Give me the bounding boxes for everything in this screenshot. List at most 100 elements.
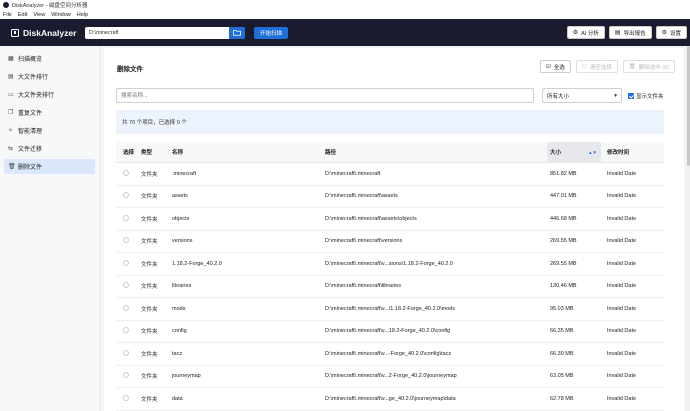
sidebar-item-scan-overview[interactable]: ▦ 扫描概览 bbox=[4, 51, 95, 66]
col-modified-header[interactable]: 修改时间 bbox=[601, 148, 658, 156]
col-size-header[interactable]: 大小 ▲▼ bbox=[547, 141, 601, 163]
disk-logo-icon bbox=[11, 28, 19, 37]
col-path-header[interactable]: 路径 bbox=[325, 148, 547, 156]
sidebar-item-duplicates[interactable]: ❐ 重复文件 bbox=[4, 105, 95, 120]
main-panel: 删除文件 ☑ 全选 ☐ 清空选择 🗑 删除选中 (0) 所有大小 ▾ 显示文件夹… bbox=[104, 48, 684, 411]
search-input[interactable] bbox=[116, 88, 534, 103]
row-checkbox[interactable] bbox=[123, 214, 129, 221]
menu-view[interactable]: View bbox=[33, 12, 45, 18]
scrollbar-thumb[interactable] bbox=[686, 46, 690, 166]
row-size: 851.82 MB bbox=[550, 170, 577, 177]
row-checkbox[interactable] bbox=[123, 259, 129, 266]
row-type: 文件夹 bbox=[141, 351, 158, 358]
row-checkbox[interactable] bbox=[123, 237, 129, 244]
table-row[interactable]: 文件夹 objects D:\minecraft\.minecraft\assets… bbox=[116, 208, 664, 231]
clear-selection-label: 清空选择 bbox=[589, 64, 612, 71]
row-type: 文件夹 bbox=[141, 171, 158, 178]
ai-analysis-button[interactable]: ⚙ AI 分析 bbox=[566, 26, 605, 39]
clear-selection-button[interactable]: ☐ 清空选择 bbox=[575, 60, 618, 73]
row-size: 66.35 MB bbox=[550, 328, 574, 335]
browse-folder-button[interactable] bbox=[229, 26, 245, 39]
table-row[interactable]: 文件夹 tacz D:\minecraft\.minecraft\v...-Forg… bbox=[116, 343, 664, 366]
menu-file[interactable]: File bbox=[3, 12, 12, 18]
table-row[interactable]: 文件夹 mods D:\minecraft\.minecraft\v...\1.18… bbox=[116, 298, 664, 321]
row-modified: Invalid Date bbox=[607, 328, 637, 335]
row-checkbox[interactable] bbox=[123, 349, 129, 356]
table-row[interactable]: 文件夹 .minecraft D:\minecraft\.minecraft 851.… bbox=[116, 163, 664, 186]
sidebar-item-smart-clean[interactable]: ✧ 智能清理 bbox=[4, 123, 95, 138]
sidebar-item-label: 删除文件 bbox=[18, 165, 43, 171]
row-modified: Invalid Date bbox=[607, 170, 637, 177]
row-type: 文件夹 bbox=[141, 216, 158, 223]
row-type: 文件夹 bbox=[141, 239, 158, 246]
row-name: journeymap bbox=[172, 373, 201, 380]
row-checkbox[interactable] bbox=[123, 282, 129, 289]
col-name-header[interactable]: 名称 bbox=[172, 148, 325, 156]
scrollbar[interactable] bbox=[686, 46, 690, 411]
row-select-cell bbox=[116, 349, 141, 358]
settings-button[interactable]: ⚙ 设置 bbox=[655, 26, 687, 39]
col-type-header[interactable]: 类型 bbox=[141, 148, 172, 156]
table-row[interactable]: 文件夹 data D:\minecraft\.minecraft\v...ge_40… bbox=[116, 388, 664, 411]
row-type: 文件夹 bbox=[141, 396, 158, 403]
row-size: 269.55 MB bbox=[550, 260, 577, 267]
sidebar-item-migration[interactable]: ⇆ 文件迁移 bbox=[4, 141, 95, 156]
delete-selected-label: 删除选中 (0) bbox=[638, 64, 669, 71]
row-path: D:\minecraft\.minecraft\v...18.2-Forge_4… bbox=[325, 328, 451, 335]
row-path: D:\minecraft\.minecraft\v...ge_40.2.0\jo… bbox=[325, 395, 456, 402]
table-row[interactable]: 文件夹 assets D:\minecraft\.minecraft\assets 4… bbox=[116, 186, 664, 208]
checkbox-checked-icon bbox=[628, 93, 634, 99]
row-name: mods bbox=[172, 305, 186, 312]
table-row[interactable]: 文件夹 1.18.2-Forge_40.2.0 D:\minecraft\.mine… bbox=[116, 253, 664, 276]
sidebar-item-label: 文件迁移 bbox=[18, 147, 43, 153]
row-select-cell bbox=[116, 282, 141, 290]
row-size: 95.03 MB bbox=[550, 305, 574, 312]
row-checkbox[interactable] bbox=[123, 327, 129, 334]
sidebar-item-large-files[interactable]: ▤ 大文件排行 bbox=[4, 69, 95, 84]
table-row[interactable]: 文件夹 config D:\minecraft\.minecraft\v...18.… bbox=[116, 321, 664, 343]
files-table: 选择 类型 名称 路径 大小 ▲▼ 修改时间 文件夹 .minecraft D:\m… bbox=[116, 141, 664, 411]
robot-icon: ⚙ bbox=[572, 30, 579, 36]
col-select-header: 选择 bbox=[123, 150, 135, 156]
path-input[interactable] bbox=[85, 26, 229, 39]
menu-window[interactable]: Window bbox=[51, 12, 71, 18]
sidebar-item-delete-files[interactable]: 🗑 删除文件 bbox=[4, 159, 95, 174]
row-type: 文件夹 bbox=[141, 374, 158, 381]
show-folders-checkbox[interactable]: 显示文件夹 bbox=[628, 92, 664, 100]
gear-icon: ⚙ bbox=[661, 30, 667, 36]
table-row[interactable]: 文件夹 versions D:\minecraft\.minecraft\versi… bbox=[116, 231, 664, 253]
row-size: 269.55 MB bbox=[550, 238, 577, 245]
row-modified: Invalid Date bbox=[607, 395, 637, 402]
toolbar: ☑ 全选 ☐ 清空选择 🗑 删除选中 (0) bbox=[539, 60, 675, 73]
export-report-button[interactable]: ▤ 导出报告 bbox=[608, 26, 652, 39]
brand-name: DiskAnalyzer bbox=[23, 27, 77, 38]
row-checkbox[interactable] bbox=[123, 192, 129, 199]
selection-info-text: 共 70 个项目，已选择 0 个 bbox=[122, 120, 187, 126]
trash-icon: 🗑 bbox=[628, 63, 636, 70]
row-name: assets bbox=[172, 193, 188, 200]
row-name: tacz bbox=[172, 350, 183, 357]
checkbox-icon: ☑ bbox=[545, 63, 551, 70]
size-filter-select[interactable]: 所有大小 ▾ bbox=[542, 88, 622, 103]
table-row[interactable]: 文件夹 journeymap D:\minecraft\.minecraft\v..… bbox=[116, 366, 664, 388]
sidebar-item-large-folders[interactable]: ▭ 大文件夹排行 bbox=[4, 87, 95, 102]
row-modified: Invalid Date bbox=[607, 193, 637, 200]
row-path: D:\minecraft\.minecraft bbox=[325, 170, 381, 177]
start-scan-button[interactable]: 开始扫描 bbox=[254, 26, 289, 39]
row-checkbox[interactable] bbox=[123, 169, 129, 176]
row-checkbox[interactable] bbox=[123, 394, 129, 401]
row-checkbox[interactable] bbox=[123, 304, 129, 311]
row-checkbox[interactable] bbox=[123, 372, 129, 379]
menu-help[interactable]: Help bbox=[77, 12, 88, 18]
menu-edit[interactable]: Edit bbox=[18, 12, 27, 18]
select-all-button[interactable]: ☑ 全选 bbox=[539, 60, 571, 73]
delete-selected-button[interactable]: 🗑 删除选中 (0) bbox=[622, 60, 675, 73]
row-modified: Invalid Date bbox=[607, 283, 637, 290]
row-name: config bbox=[172, 328, 187, 335]
row-select-cell bbox=[116, 327, 141, 335]
row-path: D:\minecraft\.minecraft\libraries bbox=[325, 283, 402, 290]
ai-analysis-label: AI 分析 bbox=[581, 30, 599, 37]
app-icon bbox=[3, 2, 9, 8]
table-row[interactable]: 文件夹 libraries D:\minecraft\.minecraft\libr… bbox=[116, 276, 664, 298]
window-title-bar: DiskAnalyzer - 磁盘空间分析器 bbox=[0, 0, 690, 10]
